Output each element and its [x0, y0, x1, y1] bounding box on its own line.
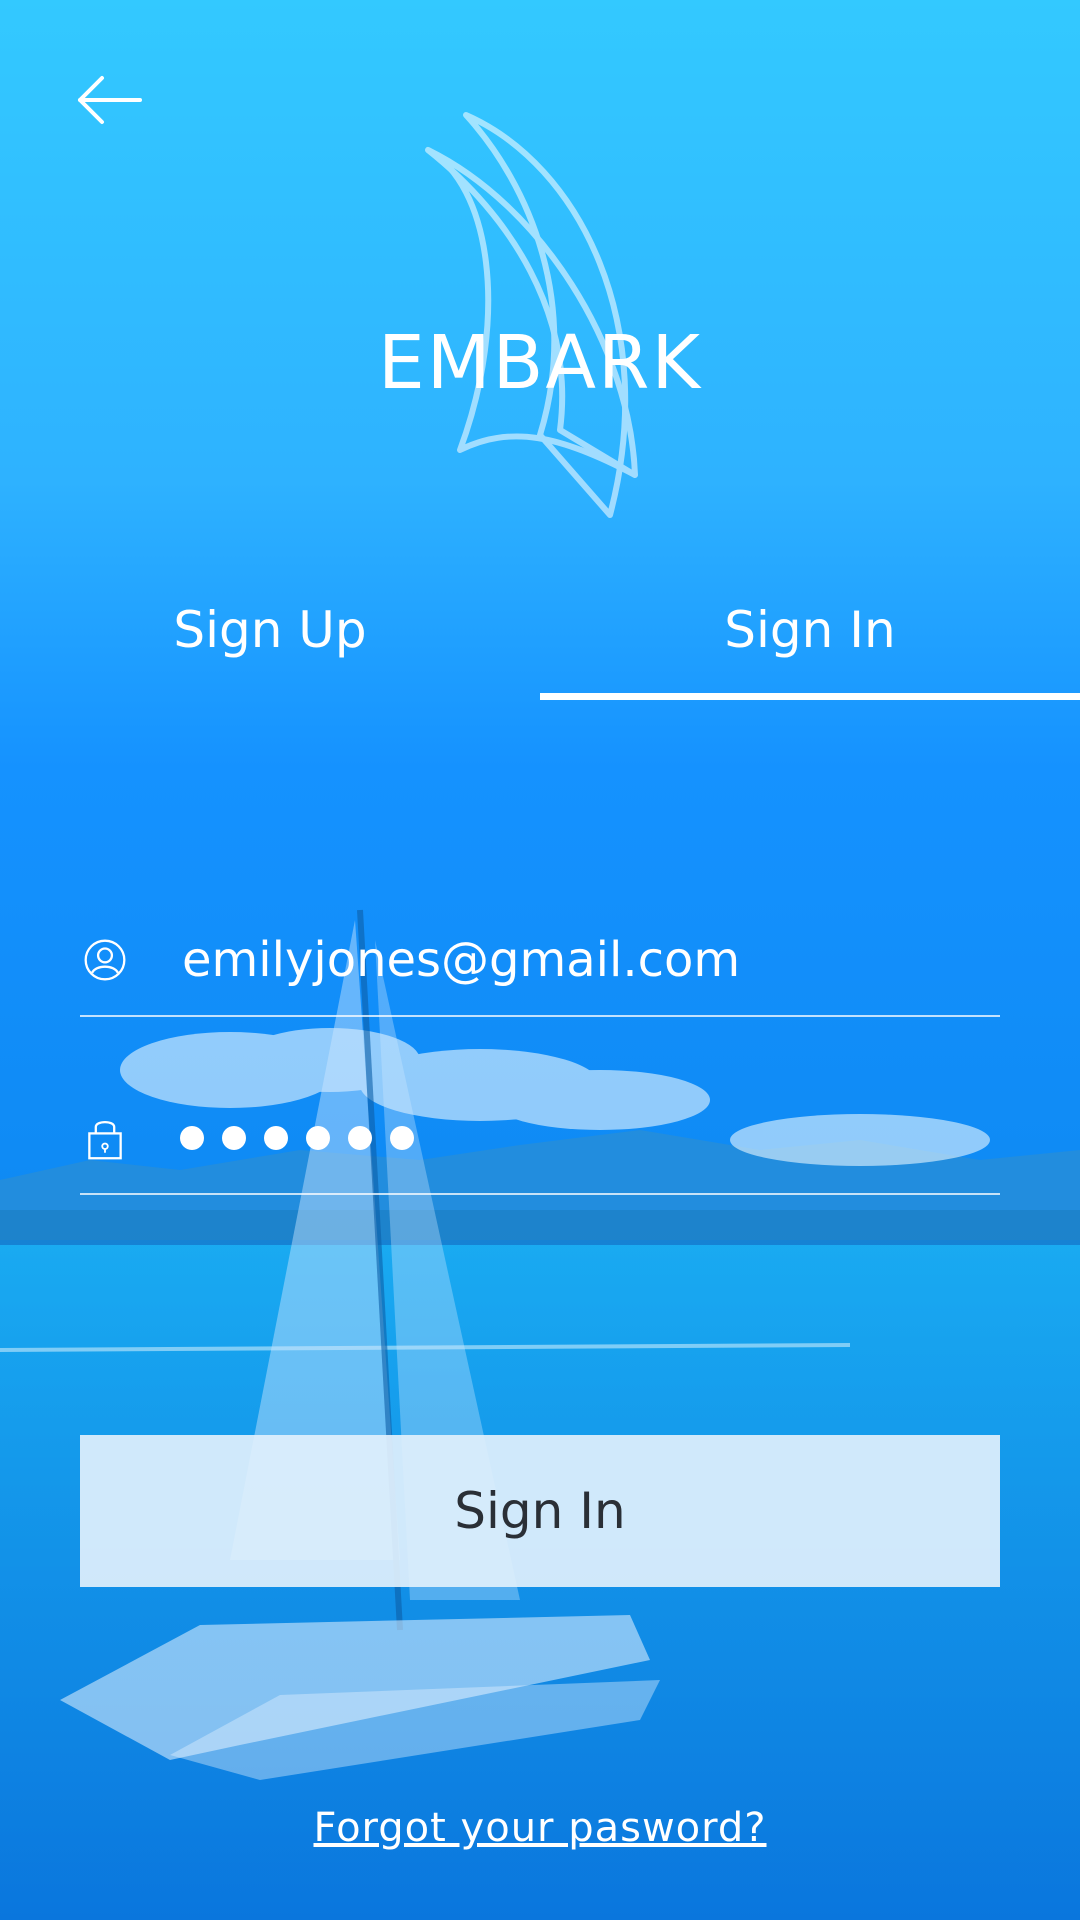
- auth-tabs: Sign Up Sign In: [0, 560, 1080, 700]
- password-field[interactable]: [80, 1083, 1000, 1195]
- password-mask-dot: [180, 1126, 204, 1150]
- lock-icon: [80, 1113, 130, 1163]
- arrow-left-icon: [78, 76, 142, 124]
- password-mask-dot: [390, 1126, 414, 1150]
- email-field[interactable]: [80, 905, 1000, 1017]
- tab-sign-in[interactable]: Sign In: [540, 560, 1080, 700]
- password-mask-dot: [264, 1126, 288, 1150]
- sign-in-button[interactable]: Sign In: [80, 1435, 1000, 1587]
- password-mask-dot: [222, 1126, 246, 1150]
- back-button[interactable]: [72, 70, 152, 130]
- password-input[interactable]: [180, 1126, 432, 1150]
- email-input[interactable]: [180, 931, 984, 989]
- password-mask-dot: [348, 1126, 372, 1150]
- brand-title: EMBARK: [378, 320, 702, 406]
- user-circle-icon: [80, 935, 130, 985]
- forgot-password-link[interactable]: Forgot your pasword?: [0, 1805, 1080, 1851]
- sail-icon: [425, 112, 638, 518]
- tab-sign-up[interactable]: Sign Up: [0, 560, 540, 700]
- sign-in-screen: EMBARK Sign Up Sign In Sign In: [0, 0, 1080, 1920]
- password-mask-dot: [306, 1126, 330, 1150]
